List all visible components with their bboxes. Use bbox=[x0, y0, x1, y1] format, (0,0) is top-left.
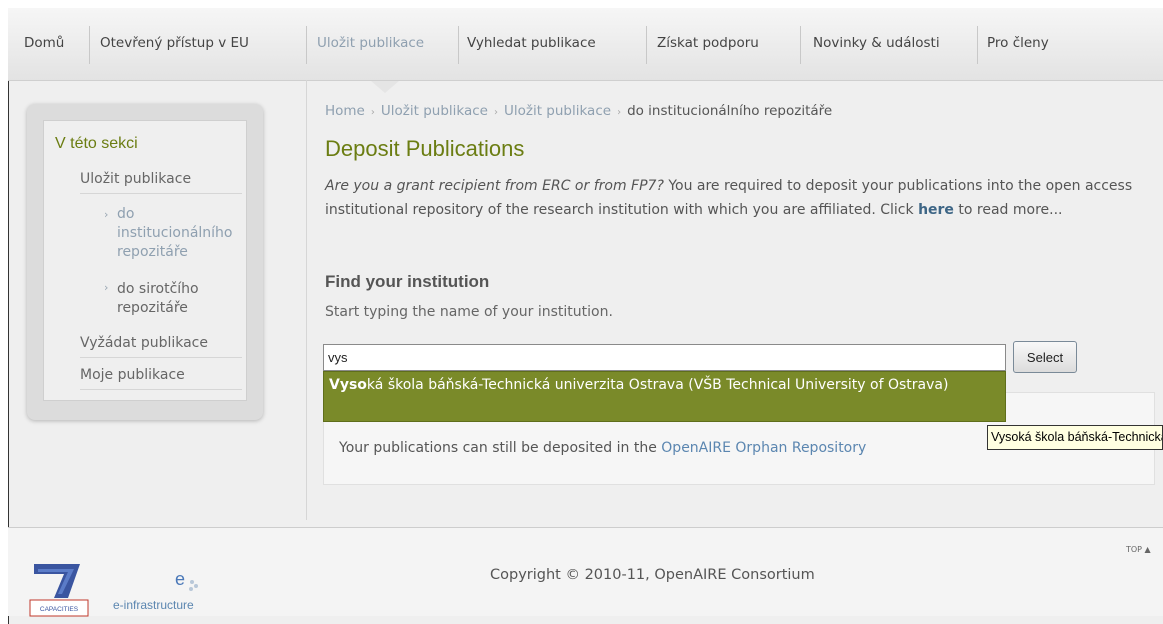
breadcrumb: Home › Uložit publikace › Uložit publikace › d… bbox=[325, 103, 832, 119]
sidebar-subitem-orphan[interactable]: do sirotčího repozitáře bbox=[117, 280, 199, 318]
nav-item-members[interactable]: Pro členy bbox=[987, 35, 1049, 55]
sidebar-subitem-label: repozitáře bbox=[117, 244, 188, 260]
select-button[interactable]: Select bbox=[1013, 341, 1077, 373]
copyright-text: Copyright © 2010-11, OpenAIRE Consortium bbox=[490, 567, 815, 583]
autocomplete-suggestion[interactable]: Vysoká škola báňská-Technická univerzita… bbox=[323, 371, 1006, 422]
back-to-top-link[interactable]: TOP ▲ bbox=[1126, 545, 1151, 554]
read-more-link[interactable]: here bbox=[918, 202, 954, 218]
nav-divider bbox=[89, 26, 90, 64]
page-title: Deposit Publications bbox=[325, 136, 525, 161]
result-text-label: Your publications can still be deposited… bbox=[339, 440, 662, 456]
chevron-right-icon: › bbox=[104, 281, 109, 294]
orphan-repository-link[interactable]: OpenAIRE Orphan Repository bbox=[661, 440, 866, 456]
intro-paragraph: Are you a grant recipient from ERC or fr… bbox=[325, 174, 1150, 222]
breadcrumb-deposit[interactable]: Uložit publikace bbox=[381, 103, 488, 119]
nav-item-deposit[interactable]: Uložit publikace bbox=[317, 35, 424, 55]
sidebar-divider bbox=[80, 193, 242, 194]
sidebar-subitem-institutional[interactable]: do institucionálního repozitáře bbox=[117, 205, 247, 262]
intro-text-end: to read more... bbox=[953, 202, 1063, 218]
institution-search-input[interactable]: vys bbox=[323, 344, 1006, 371]
suggestion-text: ká škola báňská-Technická univerzita Ost… bbox=[366, 377, 949, 393]
sidebar-item-my-publications[interactable]: Moje publikace bbox=[80, 367, 185, 383]
nav-divider bbox=[977, 26, 978, 64]
content-divider bbox=[306, 80, 307, 520]
nav-item-news[interactable]: Novinky & události bbox=[813, 35, 940, 55]
find-institution-hint: Start typing the name of your institutio… bbox=[325, 304, 613, 320]
suggestion-match: Vyso bbox=[329, 377, 367, 393]
orphan-repository-text: Your publications can still be deposited… bbox=[339, 440, 866, 456]
breadcrumb-current: do institucionálního repozitáře bbox=[627, 103, 833, 119]
nav-item-find[interactable]: Vyhledat publikace bbox=[467, 35, 596, 55]
sidebar-item-request[interactable]: Vyžádat publikace bbox=[80, 335, 208, 351]
chevron-right-icon: › bbox=[104, 208, 109, 221]
nav-item-home[interactable]: Domů bbox=[24, 35, 64, 55]
svg-text:e: e bbox=[175, 569, 185, 589]
top-nav: Domů Otevřený přístup v EU Uložit publik… bbox=[8, 8, 1163, 81]
sidebar-divider bbox=[80, 357, 242, 358]
sidebar-subitem-label: institucionálního bbox=[117, 225, 233, 241]
e-infrastructure-label: e-infrastructure bbox=[113, 598, 194, 612]
nav-divider bbox=[458, 26, 459, 64]
sidebar-title: V této sekci bbox=[55, 135, 138, 152]
breadcrumb-separator-icon: › bbox=[370, 107, 375, 118]
active-nav-caret bbox=[371, 81, 399, 93]
breadcrumb-home[interactable]: Home bbox=[325, 103, 365, 119]
breadcrumb-separator-icon: › bbox=[493, 107, 498, 118]
breadcrumb-separator-icon: › bbox=[617, 107, 622, 118]
sidebar-subitem-label: do bbox=[117, 206, 135, 222]
sidebar-item-deposit[interactable]: Uložit publikace bbox=[80, 171, 191, 187]
nav-divider bbox=[646, 26, 647, 64]
nav-item-support[interactable]: Získat podporu bbox=[657, 35, 759, 55]
fp7-capacities-logo[interactable]: CAPACITIES bbox=[28, 560, 90, 618]
intro-question: Are you a grant recipient from ERC or fr… bbox=[325, 178, 664, 194]
sidebar-subitem-label: do sirotčího bbox=[117, 281, 199, 297]
fp7-logo-label: CAPACITIES bbox=[40, 606, 79, 613]
sidebar-subitem-label: repozitáře bbox=[117, 300, 188, 316]
find-institution-heading: Find your institution bbox=[325, 272, 490, 291]
nav-divider bbox=[800, 26, 801, 64]
nav-item-open-access[interactable]: Otevřený přístup v EU bbox=[100, 35, 249, 55]
nav-divider bbox=[306, 26, 307, 64]
breadcrumb-deposit-2[interactable]: Uložit publikace bbox=[504, 103, 611, 119]
suggestion-tooltip: Vysoká škola báňská-Technická univerzita… bbox=[987, 425, 1163, 450]
sidebar-divider bbox=[80, 389, 242, 390]
